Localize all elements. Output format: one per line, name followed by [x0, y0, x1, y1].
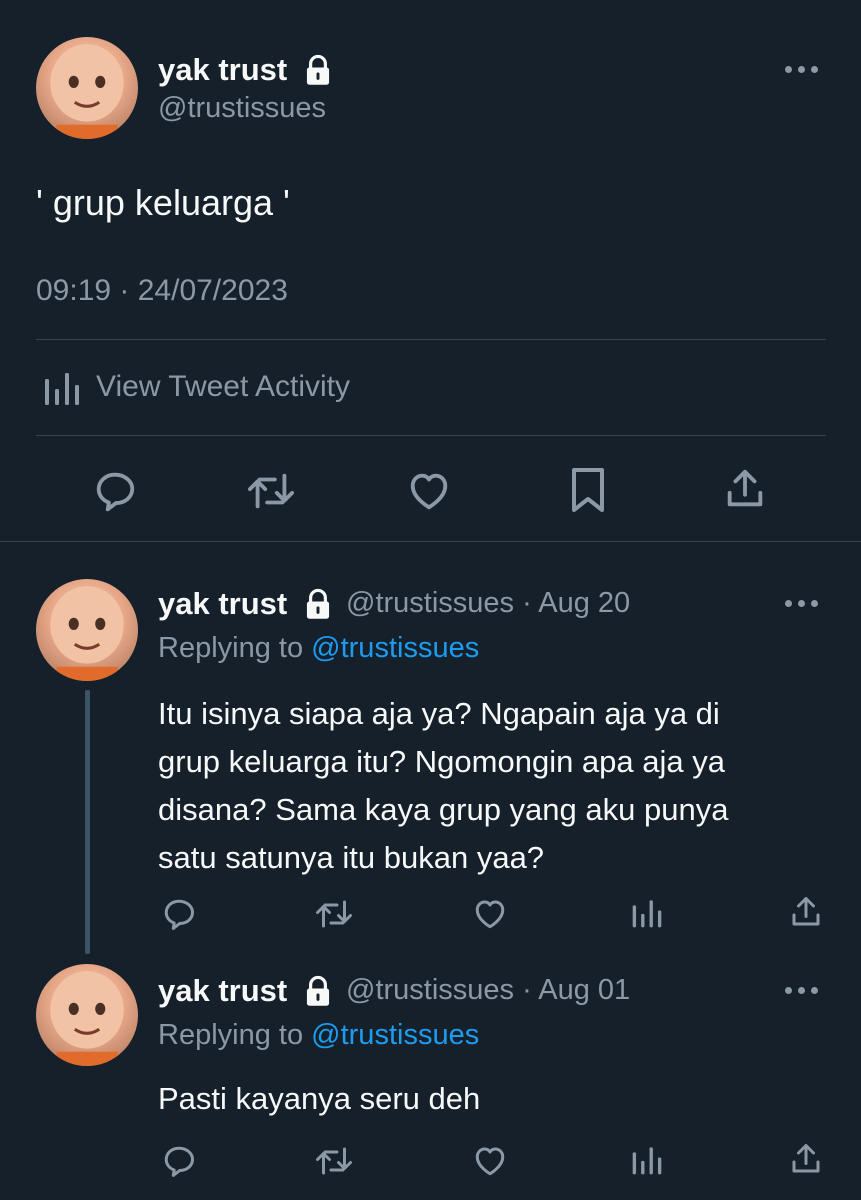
lock-icon: [303, 975, 333, 1007]
reply-text-line: disana? Sama kaya grup yang aku punya: [158, 792, 729, 827]
tweet-timestamp[interactable]: 09:19 · 24/07/2023: [36, 274, 288, 308]
like-icon[interactable]: [472, 1143, 508, 1179]
reply-icon[interactable]: [161, 1143, 197, 1179]
lock-icon: [303, 588, 333, 620]
share-icon[interactable]: [788, 1141, 824, 1177]
tweet-text: ' grup keluarga ': [36, 182, 290, 223]
lock-icon: [303, 54, 333, 86]
avatar[interactable]: [36, 964, 138, 1066]
avatar[interactable]: [36, 579, 138, 681]
share-icon[interactable]: [722, 466, 768, 512]
more-icon[interactable]: [785, 600, 818, 607]
author-handle[interactable]: @trustissues: [158, 92, 326, 125]
reply-date[interactable]: · Aug 20: [522, 587, 630, 619]
reply-text-line: Itu isinya siapa aja ya? Ngapain aja ya …: [158, 696, 720, 731]
analytics-icon[interactable]: [631, 1143, 663, 1177]
author-name[interactable]: yak trust: [158, 973, 287, 1008]
avatar[interactable]: [36, 37, 138, 139]
retweet-icon[interactable]: [246, 468, 296, 514]
author-name[interactable]: yak trust: [158, 586, 287, 621]
reply-icon[interactable]: [92, 468, 138, 514]
analytics-icon[interactable]: [631, 896, 663, 930]
analytics-icon: [43, 369, 81, 407]
thread-line: [85, 690, 90, 954]
like-icon[interactable]: [406, 468, 452, 514]
retweet-icon[interactable]: [314, 896, 354, 932]
replying-to-label: Replying to: [158, 632, 304, 664]
author-name[interactable]: yak trust: [158, 52, 287, 87]
retweet-icon[interactable]: [314, 1143, 354, 1179]
share-icon[interactable]: [788, 894, 824, 930]
view-tweet-activity-link[interactable]: View Tweet Activity: [96, 370, 350, 404]
reply-text-line: grup keluarga itu? Ngomongin apa aja ya: [158, 744, 725, 779]
reply-text-line: satu satunya itu bukan yaa?: [158, 840, 545, 875]
like-icon[interactable]: [472, 896, 508, 932]
more-icon[interactable]: [785, 987, 818, 994]
bookmark-icon[interactable]: [568, 466, 608, 514]
reply-date[interactable]: · Aug 01: [522, 974, 630, 1006]
reply-icon[interactable]: [161, 896, 197, 932]
replying-to-handle[interactable]: @trustissues: [311, 1019, 479, 1051]
reply-text: Itu isinya siapa aja ya? Ngapain aja ya …: [158, 690, 728, 882]
replying-to-handle[interactable]: @trustissues: [311, 632, 479, 664]
author-handle[interactable]: @trustissues: [346, 974, 514, 1006]
more-icon[interactable]: [785, 66, 818, 73]
divider: [36, 339, 826, 340]
reply-text: Pasti kayanya seru deh: [158, 1075, 480, 1123]
reply-text-line: Pasti kayanya seru deh: [158, 1081, 481, 1116]
author-handle[interactable]: @trustissues: [346, 587, 514, 619]
divider: [0, 541, 861, 542]
divider: [36, 435, 826, 436]
replying-to-label: Replying to: [158, 1019, 304, 1051]
